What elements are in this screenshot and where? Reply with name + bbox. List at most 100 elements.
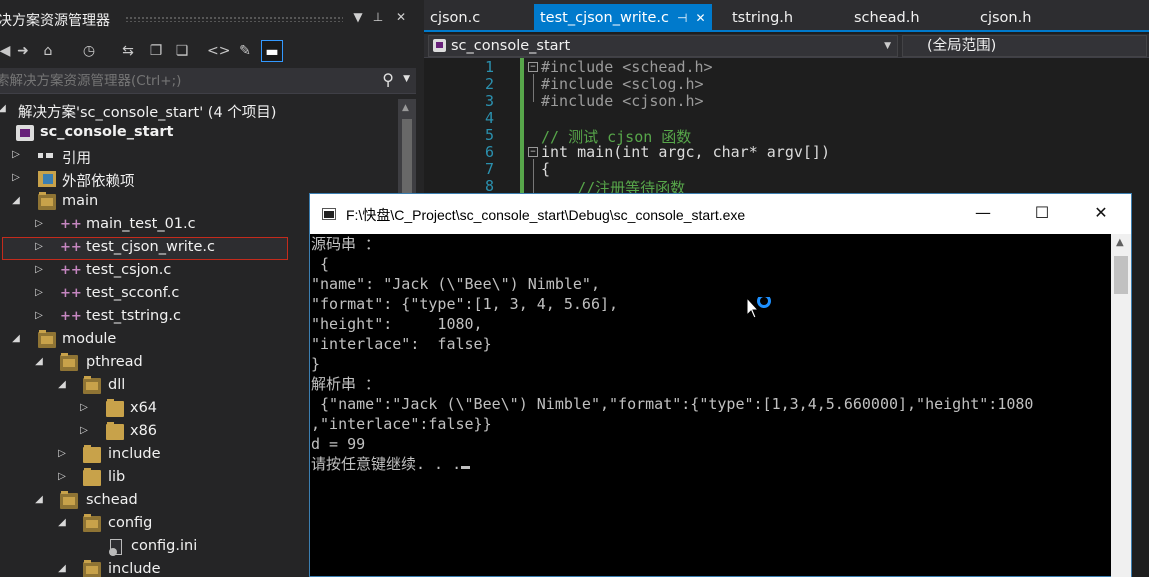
navigation-bar: sc_console_start ▼ (全局范围) bbox=[424, 34, 1149, 58]
tree-item-label: x86 bbox=[130, 423, 158, 439]
console-line: "format": {"type":[1, 3, 4, 5.66], bbox=[311, 295, 619, 313]
expanded-arrow-icon[interactable]: ◢ bbox=[0, 103, 8, 114]
console-line: ,"interlace":false}} bbox=[311, 415, 492, 433]
code-line: #include <schead.h> bbox=[541, 58, 713, 76]
scope-dropdown[interactable]: (全局范围) bbox=[902, 35, 1147, 57]
wrench-icon[interactable]: ✎ bbox=[234, 40, 256, 62]
history-icon[interactable]: ◷ bbox=[78, 40, 100, 62]
folder-icon bbox=[60, 491, 78, 509]
folder-icon bbox=[83, 445, 101, 463]
line-number: 5 bbox=[484, 126, 494, 144]
close-button[interactable]: ✕ bbox=[1081, 200, 1121, 228]
fold-collapse-icon[interactable]: − bbox=[528, 147, 538, 157]
collapsed-arrow-icon[interactable]: ▷ bbox=[10, 149, 22, 160]
minimize-button[interactable]: — bbox=[963, 200, 1003, 228]
expanded-arrow-icon[interactable]: ◢ bbox=[56, 563, 68, 574]
collapsed-arrow-icon[interactable]: ▷ bbox=[56, 471, 68, 482]
expanded-arrow-icon[interactable]: ◢ bbox=[33, 356, 45, 367]
folder-icon bbox=[106, 422, 124, 440]
c-file-icon: ++ bbox=[60, 309, 82, 324]
tree-item-references[interactable]: ▷ 引用 bbox=[0, 145, 398, 168]
search-options-chevron-down-icon[interactable]: ▼ bbox=[403, 74, 410, 84]
tab-test-cjson-write-c[interactable]: test_cjson_write.c ⊣ ✕ bbox=[534, 4, 712, 32]
console-line: { bbox=[311, 255, 330, 273]
code-line: #include <sclog.h> bbox=[541, 75, 704, 93]
folder-icon bbox=[83, 376, 101, 394]
forward-icon[interactable]: ➜ bbox=[12, 40, 34, 62]
line-number: 3 bbox=[484, 92, 494, 110]
project-dropdown[interactable]: sc_console_start ▼ bbox=[428, 35, 898, 57]
scroll-up-icon[interactable]: ▲ bbox=[1116, 237, 1124, 248]
tree-item-label: lib bbox=[108, 469, 126, 485]
fold-collapse-icon[interactable]: − bbox=[528, 62, 538, 72]
home-icon[interactable]: ⌂ bbox=[37, 40, 59, 62]
scroll-up-icon[interactable]: ▲ bbox=[402, 103, 409, 113]
tree-item-label: x64 bbox=[130, 400, 158, 416]
tab-cjson-c[interactable]: cjson.c bbox=[424, 4, 486, 32]
close-icon[interactable]: ✕ bbox=[695, 11, 705, 25]
chevron-down-icon[interactable]: ▼ bbox=[884, 36, 891, 56]
pin-icon[interactable]: ⊣ bbox=[677, 11, 687, 25]
expanded-arrow-icon[interactable]: ◢ bbox=[33, 494, 45, 505]
console-title-bar[interactable]: F:\快盘\C_Project\sc_console_start\Debug\s… bbox=[310, 194, 1131, 234]
sync-icon[interactable]: ⇆ bbox=[117, 40, 139, 62]
collapsed-arrow-icon[interactable]: ▷ bbox=[78, 402, 90, 413]
close-icon[interactable]: ✕ bbox=[393, 10, 409, 24]
collapsed-arrow-icon[interactable]: ▷ bbox=[33, 287, 45, 298]
tree-item-label: main bbox=[62, 193, 99, 209]
console-output[interactable]: 源码串 ： { "name": "Jack (\"Bee\") Nimble",… bbox=[310, 234, 1110, 577]
tree-item-label: module bbox=[62, 331, 117, 347]
search-icon[interactable]: ⚲ bbox=[382, 70, 394, 89]
panel-title: 决方案资源管理器 bbox=[0, 13, 110, 29]
tree-item-label: 外部依赖项 bbox=[62, 174, 135, 190]
expanded-arrow-icon[interactable]: ◢ bbox=[10, 195, 22, 206]
console-line: 源码串 ： bbox=[311, 235, 381, 253]
collapsed-arrow-icon[interactable]: ▷ bbox=[56, 448, 68, 459]
console-line: {"name":"Jack (\"Bee\") Nimble","format"… bbox=[311, 395, 1034, 413]
panel-menu-icon[interactable]: ▼ bbox=[350, 10, 366, 24]
copy-icon[interactable]: ❏ bbox=[171, 40, 193, 62]
drag-grip[interactable] bbox=[125, 16, 343, 22]
collapsed-arrow-icon[interactable]: ▷ bbox=[33, 264, 45, 275]
expanded-arrow-icon[interactable]: ◢ bbox=[10, 333, 22, 344]
tree-item-label: config.ini bbox=[131, 538, 198, 554]
collapsed-arrow-icon[interactable]: ▷ bbox=[33, 218, 45, 229]
collapse-icon[interactable]: ❐ bbox=[145, 40, 167, 62]
solution-search-input[interactable] bbox=[0, 72, 366, 90]
tree-item-label: test_tstring.c bbox=[86, 308, 181, 324]
project-icon bbox=[16, 125, 34, 141]
tree-item-project[interactable]: sc_console_start bbox=[0, 122, 398, 145]
tree-item-solution[interactable]: ◢ 解决方案'sc_console_start' (4 个项目) bbox=[0, 99, 398, 122]
console-line: "height": 1080, bbox=[311, 315, 483, 333]
code-line: int main(int argc, char* argv[]) bbox=[541, 143, 830, 161]
tree-item-test-cjson-write[interactable]: ▷ ++ test_cjson_write.c bbox=[2, 237, 288, 260]
tab-label: test_cjson_write.c bbox=[540, 10, 669, 26]
line-number: 4 bbox=[484, 109, 494, 127]
line-number: 7 bbox=[484, 160, 494, 178]
console-line: 解析串 ： bbox=[311, 375, 381, 393]
collapsed-arrow-icon[interactable]: ▷ bbox=[78, 425, 90, 436]
tree-item-label: test_cjson_write.c bbox=[86, 239, 215, 255]
solution-explorer-title-bar: 决方案资源管理器 ▼ ⊥ ✕ bbox=[0, 6, 420, 32]
tree-item-label: config bbox=[108, 515, 153, 531]
minimize-icon[interactable]: ▬ bbox=[261, 40, 283, 62]
scrollbar-thumb[interactable] bbox=[1114, 256, 1128, 294]
code-line: #include <cjson.h> bbox=[541, 92, 704, 110]
expanded-arrow-icon[interactable]: ◢ bbox=[56, 517, 68, 528]
external-deps-icon bbox=[38, 171, 56, 187]
maximize-button[interactable]: ☐ bbox=[1022, 200, 1062, 228]
collapsed-arrow-icon[interactable]: ▷ bbox=[33, 310, 45, 321]
console-scrollbar[interactable]: ▲ bbox=[1111, 234, 1131, 577]
code-line: { bbox=[541, 160, 551, 178]
console-prompt-line: 请按任意键继续. . . bbox=[311, 454, 471, 474]
tab-tstring-h[interactable]: tstring.h bbox=[726, 4, 799, 32]
console-window-title: F:\快盘\C_Project\sc_console_start\Debug\s… bbox=[346, 207, 746, 223]
collapsed-arrow-icon[interactable]: ▷ bbox=[33, 241, 45, 252]
tab-schead-h[interactable]: schead.h bbox=[848, 4, 926, 32]
tab-cjson-h[interactable]: cjson.h bbox=[974, 4, 1037, 32]
code-icon[interactable]: <> bbox=[207, 40, 230, 62]
collapsed-arrow-icon[interactable]: ▷ bbox=[10, 172, 22, 183]
pin-icon[interactable]: ⊥ bbox=[370, 10, 386, 24]
expanded-arrow-icon[interactable]: ◢ bbox=[56, 379, 68, 390]
tree-item-external-deps[interactable]: ▷ 外部依赖项 bbox=[0, 168, 398, 191]
